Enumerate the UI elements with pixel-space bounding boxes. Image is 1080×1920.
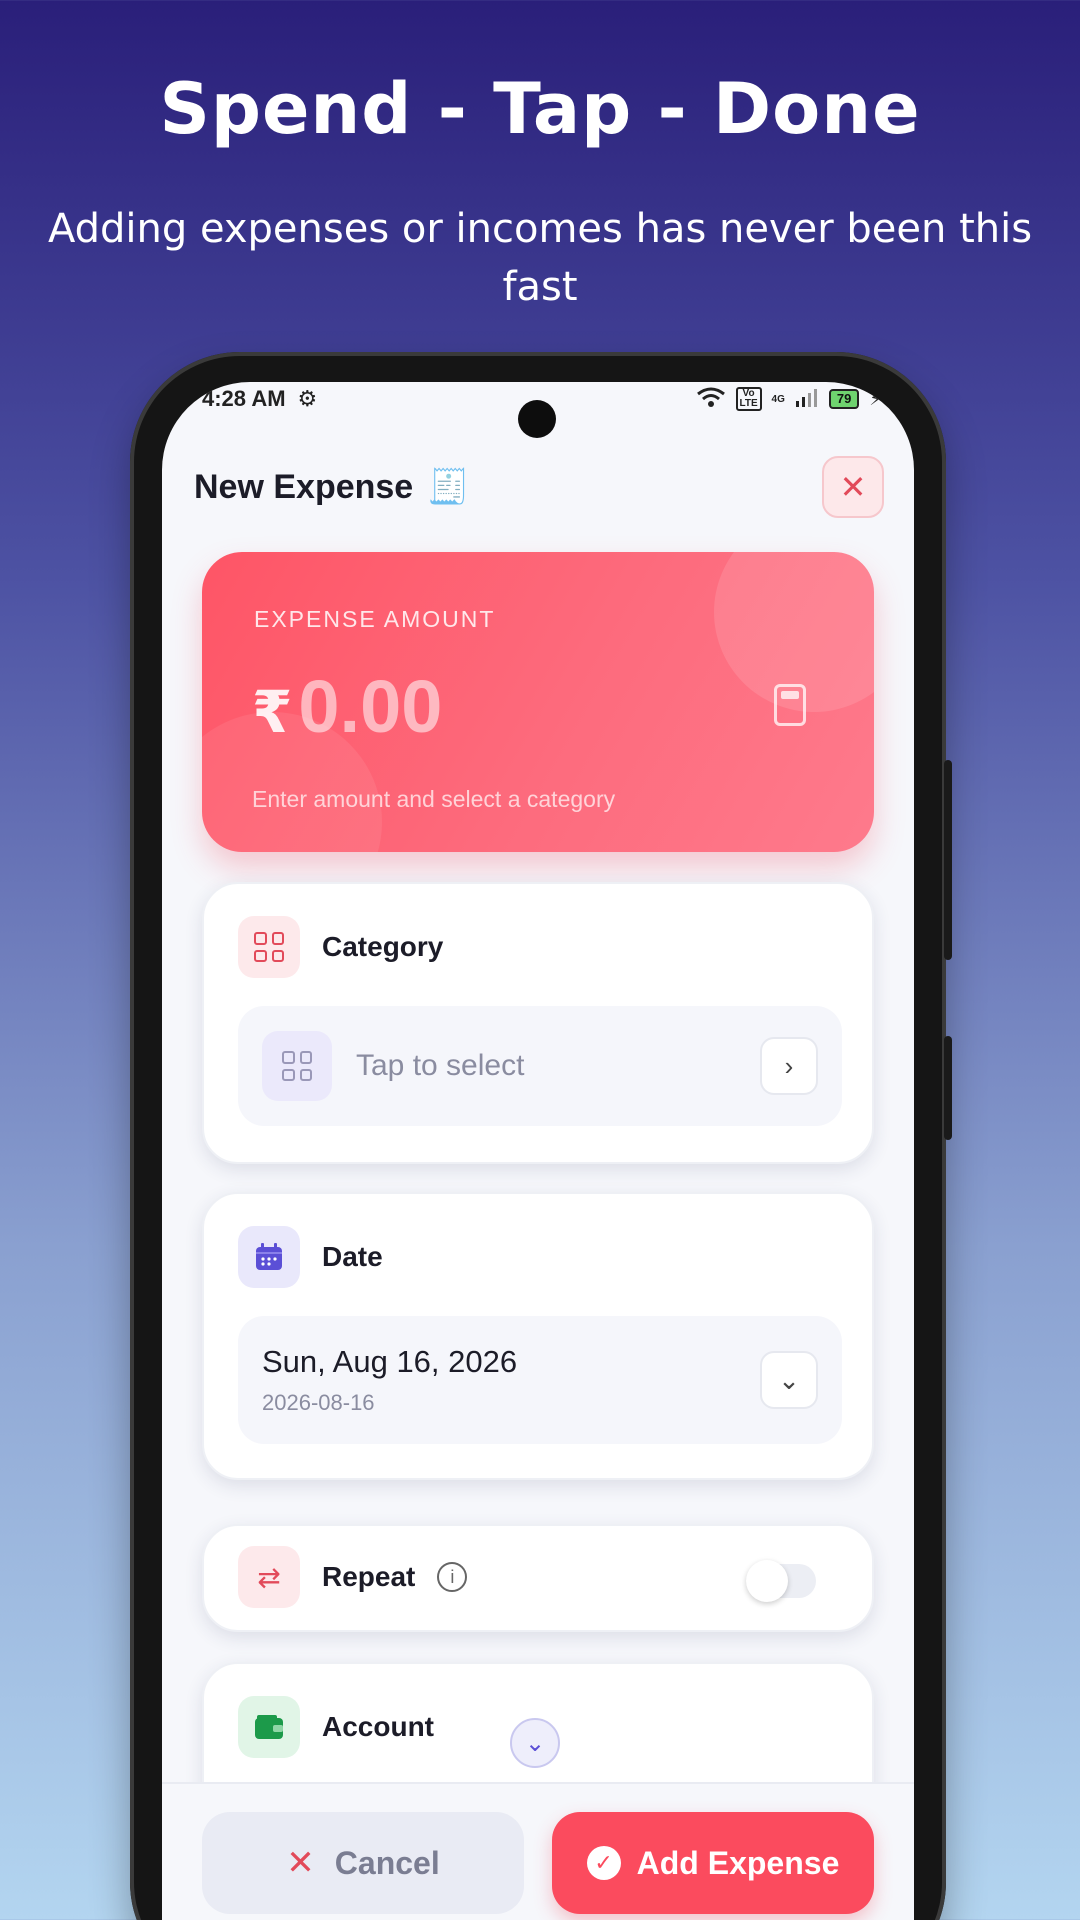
settings-gear-icon: ⚙ [297,386,318,411]
signal-bars-icon [795,387,819,412]
category-selector[interactable]: Tap to select › [238,1006,842,1126]
status-time: 4:28 AM [202,386,286,411]
date-selector[interactable]: Sun, Aug 16, 2026 2026-08-16 ⌄ [238,1316,842,1444]
receipt-icon: 🧾 [427,468,470,506]
cancel-button[interactable]: ✕ Cancel [202,1812,524,1914]
wifi-icon [696,386,726,413]
category-label: Category [322,931,444,962]
amount-label: EXPENSE AMOUNT [254,606,496,632]
cancel-x-icon: ✕ [286,1844,315,1882]
charging-icon: ⚡ [869,388,882,409]
chevron-right-icon[interactable]: › [760,1037,818,1095]
date-card: Date Sun, Aug 16, 2026 2026-08-16 ⌄ [202,1192,874,1480]
app-header: New Expense 🧾 ✕ [194,452,884,522]
calculator-icon[interactable] [774,684,806,726]
add-expense-button[interactable]: ✓ Add Expense [552,1812,874,1914]
date-label: Date [322,1241,383,1272]
page-title-group: New Expense 🧾 [194,467,470,507]
category-header: Category [238,916,443,978]
chevron-down-icon[interactable]: ⌄ [760,1351,818,1409]
category-card: Category Tap to select › [202,882,874,1164]
promo-subheadline: Adding expenses or incomes has never bee… [47,206,1033,310]
amount-number: 0.00 [298,665,443,748]
close-icon: ✕ [839,469,867,505]
date-values: Sun, Aug 16, 2026 2026-08-16 [262,1344,760,1416]
date-iso: 2026-08-16 [262,1390,375,1415]
expense-amount-card[interactable]: EXPENSE AMOUNT ₹0.00 Enter amount and se… [202,552,874,852]
info-icon[interactable]: i [437,1562,468,1592]
signal-label: 4G [771,393,785,405]
promo-headline: Spend - Tap - Done [159,68,921,150]
calendar-icon [238,1226,300,1288]
status-bar: 4:28 AM ⚙ Vo LTE 4G 79 ⚡ [202,382,882,416]
date-header: Date [238,1226,383,1288]
currency-symbol: ₹ [252,680,293,745]
category-placeholder: Tap to select [356,1049,525,1082]
page-title: New Expense [194,467,414,506]
repeat-header: ⇄ Repeat i [238,1546,468,1608]
battery-indicator: 79 [828,389,860,409]
date-display: Sun, Aug 16, 2026 [262,1344,518,1379]
account-expand-chevron-icon[interactable]: ⌄ [510,1718,560,1768]
app-screen: 4:28 AM ⚙ Vo LTE 4G 79 ⚡ New Expense 🧾 ✕… [162,382,914,1920]
category-grid-icon [238,916,300,978]
volte-badge: Vo LTE [735,387,762,411]
close-button[interactable]: ✕ [822,456,884,518]
cancel-label: Cancel [334,1844,440,1881]
repeat-icon: ⇄ [238,1546,300,1608]
account-header: Account [238,1696,434,1758]
amount-value[interactable]: ₹0.00 [252,664,442,749]
check-circle-icon: ✓ [586,1846,621,1880]
phone-side-button [944,1036,952,1140]
repeat-card: ⇄ Repeat i [202,1524,874,1632]
action-bar: ✕ Cancel ✓ Add Expense [162,1782,914,1920]
repeat-toggle[interactable] [746,1560,816,1602]
repeat-label: Repeat [322,1561,416,1592]
wallet-icon [238,1696,300,1758]
add-expense-label: Add Expense [636,1844,840,1881]
toggle-knob [746,1560,788,1602]
category-placeholder-icon [262,1031,332,1101]
amount-hint: Enter amount and select a category [252,786,616,812]
phone-side-button [944,760,952,960]
account-label: Account [322,1711,434,1742]
